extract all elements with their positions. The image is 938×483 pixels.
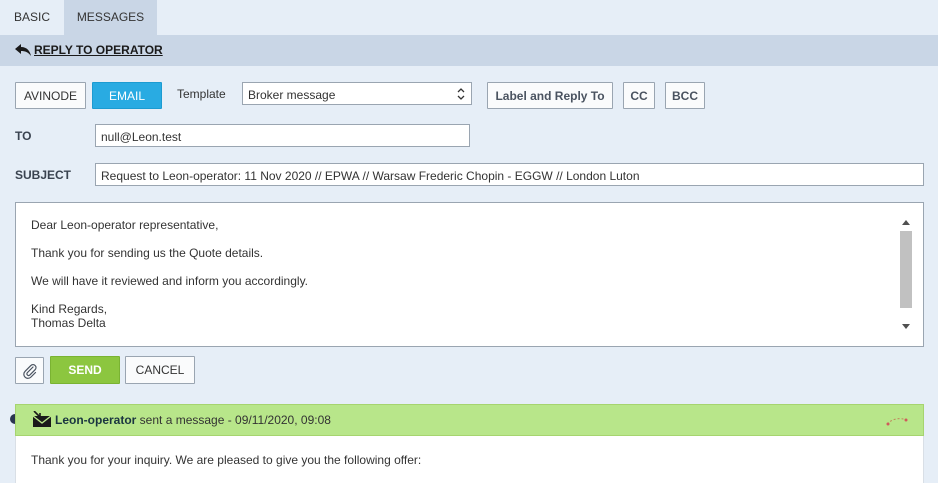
- email-button[interactable]: EMAIL: [92, 82, 162, 109]
- scroll-down-icon[interactable]: [902, 324, 910, 329]
- template-select-value: Broker message: [248, 88, 336, 102]
- tab-basic[interactable]: BASIC: [0, 0, 64, 35]
- reply-bar: REPLY TO OPERATOR: [0, 35, 938, 66]
- message-header: Leon-operator sent a message - 09/11/202…: [15, 404, 924, 436]
- template-select[interactable]: Broker message: [242, 82, 472, 105]
- body-line: Kind Regards,: [31, 302, 108, 316]
- subject-label: SUBJECT: [15, 168, 72, 182]
- send-button[interactable]: SEND: [50, 356, 120, 384]
- message-body-text: Thank you for your inquiry. We are pleas…: [31, 453, 422, 467]
- scroll-thumb[interactable]: [900, 231, 912, 308]
- body-scrollbar[interactable]: [899, 215, 913, 332]
- message-content: Thank you for your inquiry. We are pleas…: [15, 436, 924, 483]
- tab-messages[interactable]: MESSAGES: [64, 0, 157, 35]
- body-line: Thomas Delta: [31, 316, 106, 330]
- reply-arrow-icon: [15, 44, 31, 56]
- cancel-button[interactable]: CANCEL: [125, 356, 195, 384]
- body-line: Thank you for sending us the Quote detai…: [31, 246, 264, 260]
- to-field[interactable]: null@Leon.test: [95, 124, 470, 147]
- paperclip-icon: [22, 363, 37, 379]
- tab-bar: BASIC MESSAGES: [0, 0, 938, 35]
- cc-button[interactable]: CC: [623, 82, 655, 109]
- envelope-incoming-icon: [32, 411, 52, 427]
- to-label: TO: [15, 129, 32, 143]
- message-body-editor[interactable]: Dear Leon-operator representative, Thank…: [15, 202, 924, 347]
- subject-field[interactable]: Request to Leon-operator: 11 Nov 2020 //…: [95, 163, 924, 186]
- message-action: sent a message - 09/11/2020, 09:08: [136, 413, 331, 427]
- reply-link-label: REPLY TO OPERATOR: [34, 43, 163, 57]
- flight-path-icon: [886, 418, 908, 426]
- chevron-updown-icon: [457, 88, 465, 100]
- template-label: Template: [177, 87, 226, 101]
- body-line: Dear Leon-operator representative,: [31, 218, 219, 232]
- attach-button[interactable]: [15, 357, 44, 384]
- scroll-up-icon[interactable]: [902, 220, 910, 225]
- reply-to-operator-link[interactable]: REPLY TO OPERATOR: [15, 43, 163, 57]
- bcc-button[interactable]: BCC: [665, 82, 705, 109]
- body-line: We will have it reviewed and inform you …: [31, 274, 309, 288]
- message-header-text: Leon-operator sent a message - 09/11/202…: [55, 413, 331, 427]
- avinode-button[interactable]: AVINODE: [15, 82, 86, 109]
- label-and-reply-to-button[interactable]: Label and Reply To: [487, 82, 613, 109]
- message-sender: Leon-operator: [55, 413, 137, 427]
